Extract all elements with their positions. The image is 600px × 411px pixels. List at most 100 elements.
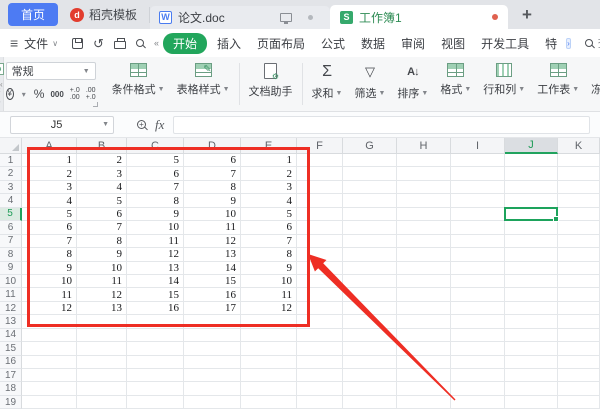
cell-K17[interactable] <box>558 369 600 382</box>
column-header-G[interactable]: G <box>343 138 397 154</box>
file-menu[interactable]: 文件 <box>22 35 50 52</box>
cell-K8[interactable] <box>558 248 600 261</box>
cell-K4[interactable] <box>558 194 600 207</box>
cell-I13[interactable] <box>451 315 505 328</box>
row-header-7[interactable]: 7 <box>0 235 22 248</box>
cell-A14[interactable] <box>22 329 77 342</box>
cell-G15[interactable] <box>343 342 397 355</box>
cell-J17[interactable] <box>505 369 558 382</box>
cell-G9[interactable] <box>343 262 397 275</box>
cell-I14[interactable] <box>451 329 505 342</box>
ribbon-button-冻结窗格[interactable]: 冻结窗格▼ <box>585 57 600 111</box>
cell-A19[interactable] <box>22 396 77 409</box>
cell-E17[interactable] <box>241 369 297 382</box>
row-header-3[interactable]: 3 <box>0 181 22 194</box>
cell-C16[interactable] <box>127 356 184 369</box>
cell-J16[interactable] <box>505 356 558 369</box>
ribbon-button-条件格式[interactable]: 条件格式▼ <box>106 57 171 111</box>
cell-J19[interactable] <box>505 396 558 409</box>
cell-I17[interactable] <box>451 369 505 382</box>
cell-G5[interactable] <box>343 208 397 221</box>
select-all-corner[interactable] <box>0 138 22 154</box>
cell-I9[interactable] <box>451 262 505 275</box>
cell-H9[interactable] <box>397 262 451 275</box>
row-header-19[interactable]: 19 <box>0 396 22 409</box>
cell-J2[interactable] <box>505 167 558 180</box>
cell-J10[interactable] <box>505 275 558 288</box>
row-header-10[interactable]: 10 <box>0 275 22 288</box>
cell-B17[interactable] <box>77 369 127 382</box>
home-tab[interactable]: 首页 <box>8 3 58 26</box>
menu-item-开始[interactable]: 开始 <box>163 33 207 54</box>
cell-H15[interactable] <box>397 342 451 355</box>
cell-H12[interactable] <box>397 302 451 315</box>
template-tab[interactable]: d 稻壳模板 <box>58 6 149 23</box>
menu-item-页面布局[interactable]: 页面布局 <box>249 33 313 54</box>
monitor-icon[interactable] <box>280 13 292 22</box>
row-header-8[interactable]: 8 <box>0 248 22 261</box>
cell-J14[interactable] <box>505 329 558 342</box>
cell-H6[interactable] <box>397 221 451 234</box>
cell-C19[interactable] <box>127 396 184 409</box>
cell-B18[interactable] <box>77 382 127 395</box>
cell-D19[interactable] <box>184 396 241 409</box>
cell-H14[interactable] <box>397 329 451 342</box>
percent-icon[interactable] <box>34 87 45 101</box>
cell-G11[interactable] <box>343 288 397 301</box>
row-header-13[interactable]: 13 <box>0 315 22 328</box>
cell-K18[interactable] <box>558 382 600 395</box>
cell-G8[interactable] <box>343 248 397 261</box>
ribbon-button-格式[interactable]: 格式▼ <box>434 57 477 111</box>
menu-item-公式[interactable]: 公式 <box>313 33 353 54</box>
menu-item-开发工具[interactable]: 开发工具 <box>473 33 537 54</box>
cell-K14[interactable] <box>558 329 600 342</box>
cell-A15[interactable] <box>22 342 77 355</box>
row-header-6[interactable]: 6 <box>0 221 22 234</box>
cell-A16[interactable] <box>22 356 77 369</box>
row-header-11[interactable]: 11 <box>0 288 22 301</box>
cell-I12[interactable] <box>451 302 505 315</box>
cell-D18[interactable] <box>184 382 241 395</box>
cell-K13[interactable] <box>558 315 600 328</box>
cell-C18[interactable] <box>127 382 184 395</box>
ribbon-button-求和[interactable]: 求和▼ <box>306 57 349 111</box>
cell-G2[interactable] <box>343 167 397 180</box>
cell-I11[interactable] <box>451 288 505 301</box>
cell-G10[interactable] <box>343 275 397 288</box>
cell-K2[interactable] <box>558 167 600 180</box>
cell-K6[interactable] <box>558 221 600 234</box>
row-header-12[interactable]: 12 <box>0 302 22 315</box>
cell-H10[interactable] <box>397 275 451 288</box>
currency-icon[interactable] <box>6 88 14 100</box>
column-header-H[interactable]: H <box>397 138 451 154</box>
cell-J13[interactable] <box>505 315 558 328</box>
cell-B14[interactable] <box>77 329 127 342</box>
cell-H11[interactable] <box>397 288 451 301</box>
cell-I10[interactable] <box>451 275 505 288</box>
cell-G13[interactable] <box>343 315 397 328</box>
print-icon[interactable] <box>114 41 126 49</box>
cell-K10[interactable] <box>558 275 600 288</box>
cell-D17[interactable] <box>184 369 241 382</box>
cell-H18[interactable] <box>397 382 451 395</box>
cell-A18[interactable] <box>22 382 77 395</box>
cell-J8[interactable] <box>505 248 558 261</box>
thousands-separator-icon[interactable] <box>50 88 63 100</box>
cell-C14[interactable] <box>127 329 184 342</box>
cell-J15[interactable] <box>505 342 558 355</box>
cell-J1[interactable] <box>505 154 558 167</box>
cell-K3[interactable] <box>558 181 600 194</box>
hamburger-menu-icon[interactable]: ≡ <box>6 35 22 51</box>
row-header-16[interactable]: 16 <box>0 356 22 369</box>
cell-G14[interactable] <box>343 329 397 342</box>
print-preview-icon[interactable] <box>136 39 144 47</box>
row-header-5[interactable]: 5 <box>0 208 22 221</box>
cell-K9[interactable] <box>558 262 600 275</box>
cell-G18[interactable] <box>343 382 397 395</box>
cell-G19[interactable] <box>343 396 397 409</box>
cell-K16[interactable] <box>558 356 600 369</box>
cell-E15[interactable] <box>241 342 297 355</box>
file-menu-chevron-icon[interactable]: ∨ <box>50 39 60 48</box>
ribbon-button-筛选[interactable]: 筛选▼ <box>348 57 391 111</box>
insert-function-icon[interactable]: fx <box>155 117 164 133</box>
